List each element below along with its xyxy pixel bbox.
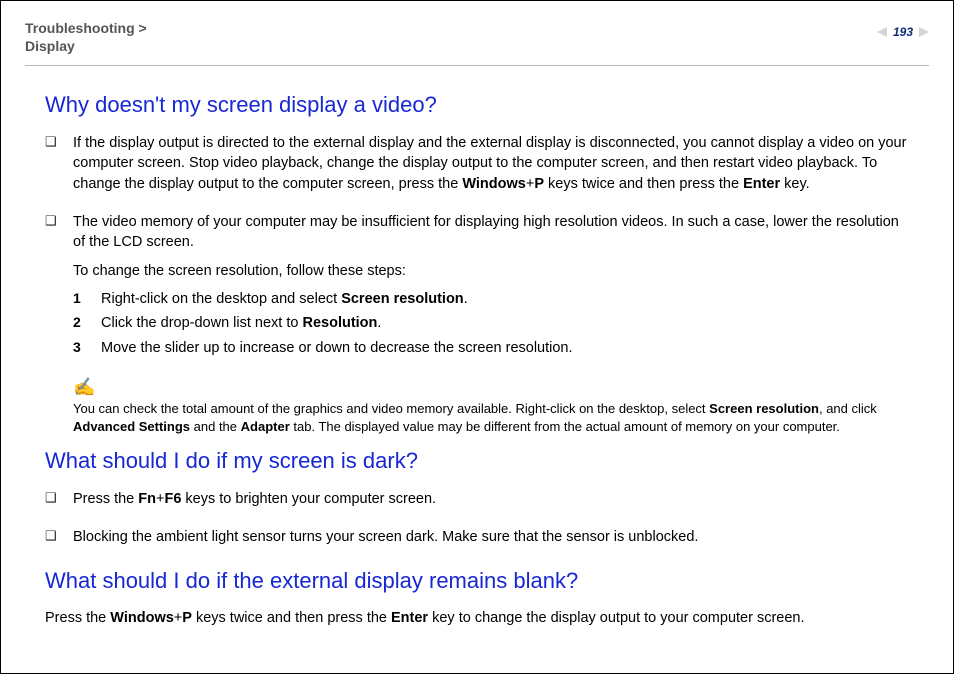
page-number: 193: [877, 25, 929, 39]
bold-text: Screen resolution: [341, 291, 463, 307]
heading-dark-screen: What should I do if my screen is dark?: [45, 446, 909, 477]
step-2: 2 Click the drop-down list next to Resol…: [73, 313, 909, 333]
breadcrumb-page: Display: [25, 38, 75, 54]
section-video: Why doesn't my screen display a video? I…: [45, 90, 909, 436]
step-number: 3: [73, 338, 101, 358]
bullet-icon: [45, 133, 73, 202]
bullet-item: Blocking the ambient light sensor turns …: [45, 527, 909, 555]
step-number: 2: [73, 313, 101, 333]
bullet-icon: [45, 527, 73, 555]
text: , and click: [819, 401, 877, 416]
text: Press the: [45, 610, 110, 626]
text: You can check the total amount of the gr…: [73, 401, 709, 416]
text: key to change the display output to your…: [428, 610, 804, 626]
bullet-body: If the display output is directed to the…: [73, 133, 909, 202]
paragraph: Blocking the ambient light sensor turns …: [73, 527, 909, 547]
step-1: 1 Right-click on the desktop and select …: [73, 289, 909, 309]
bullet-item: The video memory of your computer may be…: [45, 212, 909, 368]
page-number-value: 193: [893, 25, 913, 39]
paragraph: To change the screen resolution, follow …: [73, 261, 909, 281]
key-p: P: [182, 610, 192, 626]
text: +: [174, 610, 182, 626]
key-f6: F6: [164, 491, 181, 507]
heading-video: Why doesn't my screen display a video?: [45, 90, 909, 121]
text: Press the: [73, 491, 138, 507]
text: and the: [190, 419, 241, 434]
text: Click the drop-down list next to: [101, 315, 302, 331]
paragraph: Press the Fn+F6 keys to brighten your co…: [73, 489, 909, 509]
heading-external-blank: What should I do if the external display…: [45, 566, 909, 597]
breadcrumb-section: Troubleshooting: [25, 20, 135, 36]
bullet-body: The video memory of your computer may be…: [73, 212, 909, 368]
bullet-body: Blocking the ambient light sensor turns …: [73, 527, 909, 555]
text: keys to brighten your computer screen.: [181, 491, 436, 507]
bold-text: Screen resolution: [709, 401, 819, 416]
step-text: Right-click on the desktop and select Sc…: [101, 289, 909, 309]
page: Troubleshooting > Display 193 Why doesn'…: [1, 1, 953, 629]
note-text: You can check the total amount of the gr…: [73, 400, 909, 436]
key-p: P: [534, 176, 544, 192]
arrow-right-icon[interactable]: [919, 27, 929, 37]
text: keys twice and then press the: [544, 176, 743, 192]
key-fn: Fn: [138, 491, 156, 507]
breadcrumb-sep: >: [135, 20, 147, 36]
content: Why doesn't my screen display a video? I…: [25, 66, 929, 628]
bold-text: Resolution: [302, 315, 377, 331]
bold-text: Adapter: [241, 419, 290, 434]
key-windows: Windows: [110, 610, 174, 626]
bold-text: Advanced Settings: [73, 419, 190, 434]
page-header: Troubleshooting > Display 193: [25, 19, 929, 55]
text: .: [377, 315, 381, 331]
bullet-item: If the display output is directed to the…: [45, 133, 909, 202]
bullet-body: Press the Fn+F6 keys to brighten your co…: [73, 489, 909, 517]
paragraph: If the display output is directed to the…: [73, 133, 909, 194]
section-external-blank: What should I do if the external display…: [45, 566, 909, 629]
steps-list: 1 Right-click on the desktop and select …: [73, 289, 909, 358]
key-windows: Windows: [462, 176, 526, 192]
bullet-icon: [45, 212, 73, 368]
key-enter: Enter: [743, 176, 780, 192]
text: tab. The displayed value may be differen…: [290, 419, 840, 434]
bullet-icon: [45, 489, 73, 517]
paragraph: The video memory of your computer may be…: [73, 212, 909, 253]
breadcrumb: Troubleshooting > Display: [25, 19, 147, 55]
section-dark-screen: What should I do if my screen is dark? P…: [45, 446, 909, 555]
arrow-left-icon[interactable]: [877, 27, 887, 37]
key-enter: Enter: [391, 610, 428, 626]
note-block: ✍ You can check the total amount of the …: [73, 378, 909, 436]
bullet-item: Press the Fn+F6 keys to brighten your co…: [45, 489, 909, 517]
text: .: [464, 291, 468, 307]
step-number: 1: [73, 289, 101, 309]
text: keys twice and then press the: [192, 610, 391, 626]
step-text: Move the slider up to increase or down t…: [101, 338, 909, 358]
paragraph: Press the Windows+P keys twice and then …: [45, 608, 909, 628]
note-icon: ✍: [73, 378, 909, 396]
text: key.: [780, 176, 810, 192]
text: Right-click on the desktop and select: [101, 291, 341, 307]
step-text: Click the drop-down list next to Resolut…: [101, 313, 909, 333]
step-3: 3 Move the slider up to increase or down…: [73, 338, 909, 358]
